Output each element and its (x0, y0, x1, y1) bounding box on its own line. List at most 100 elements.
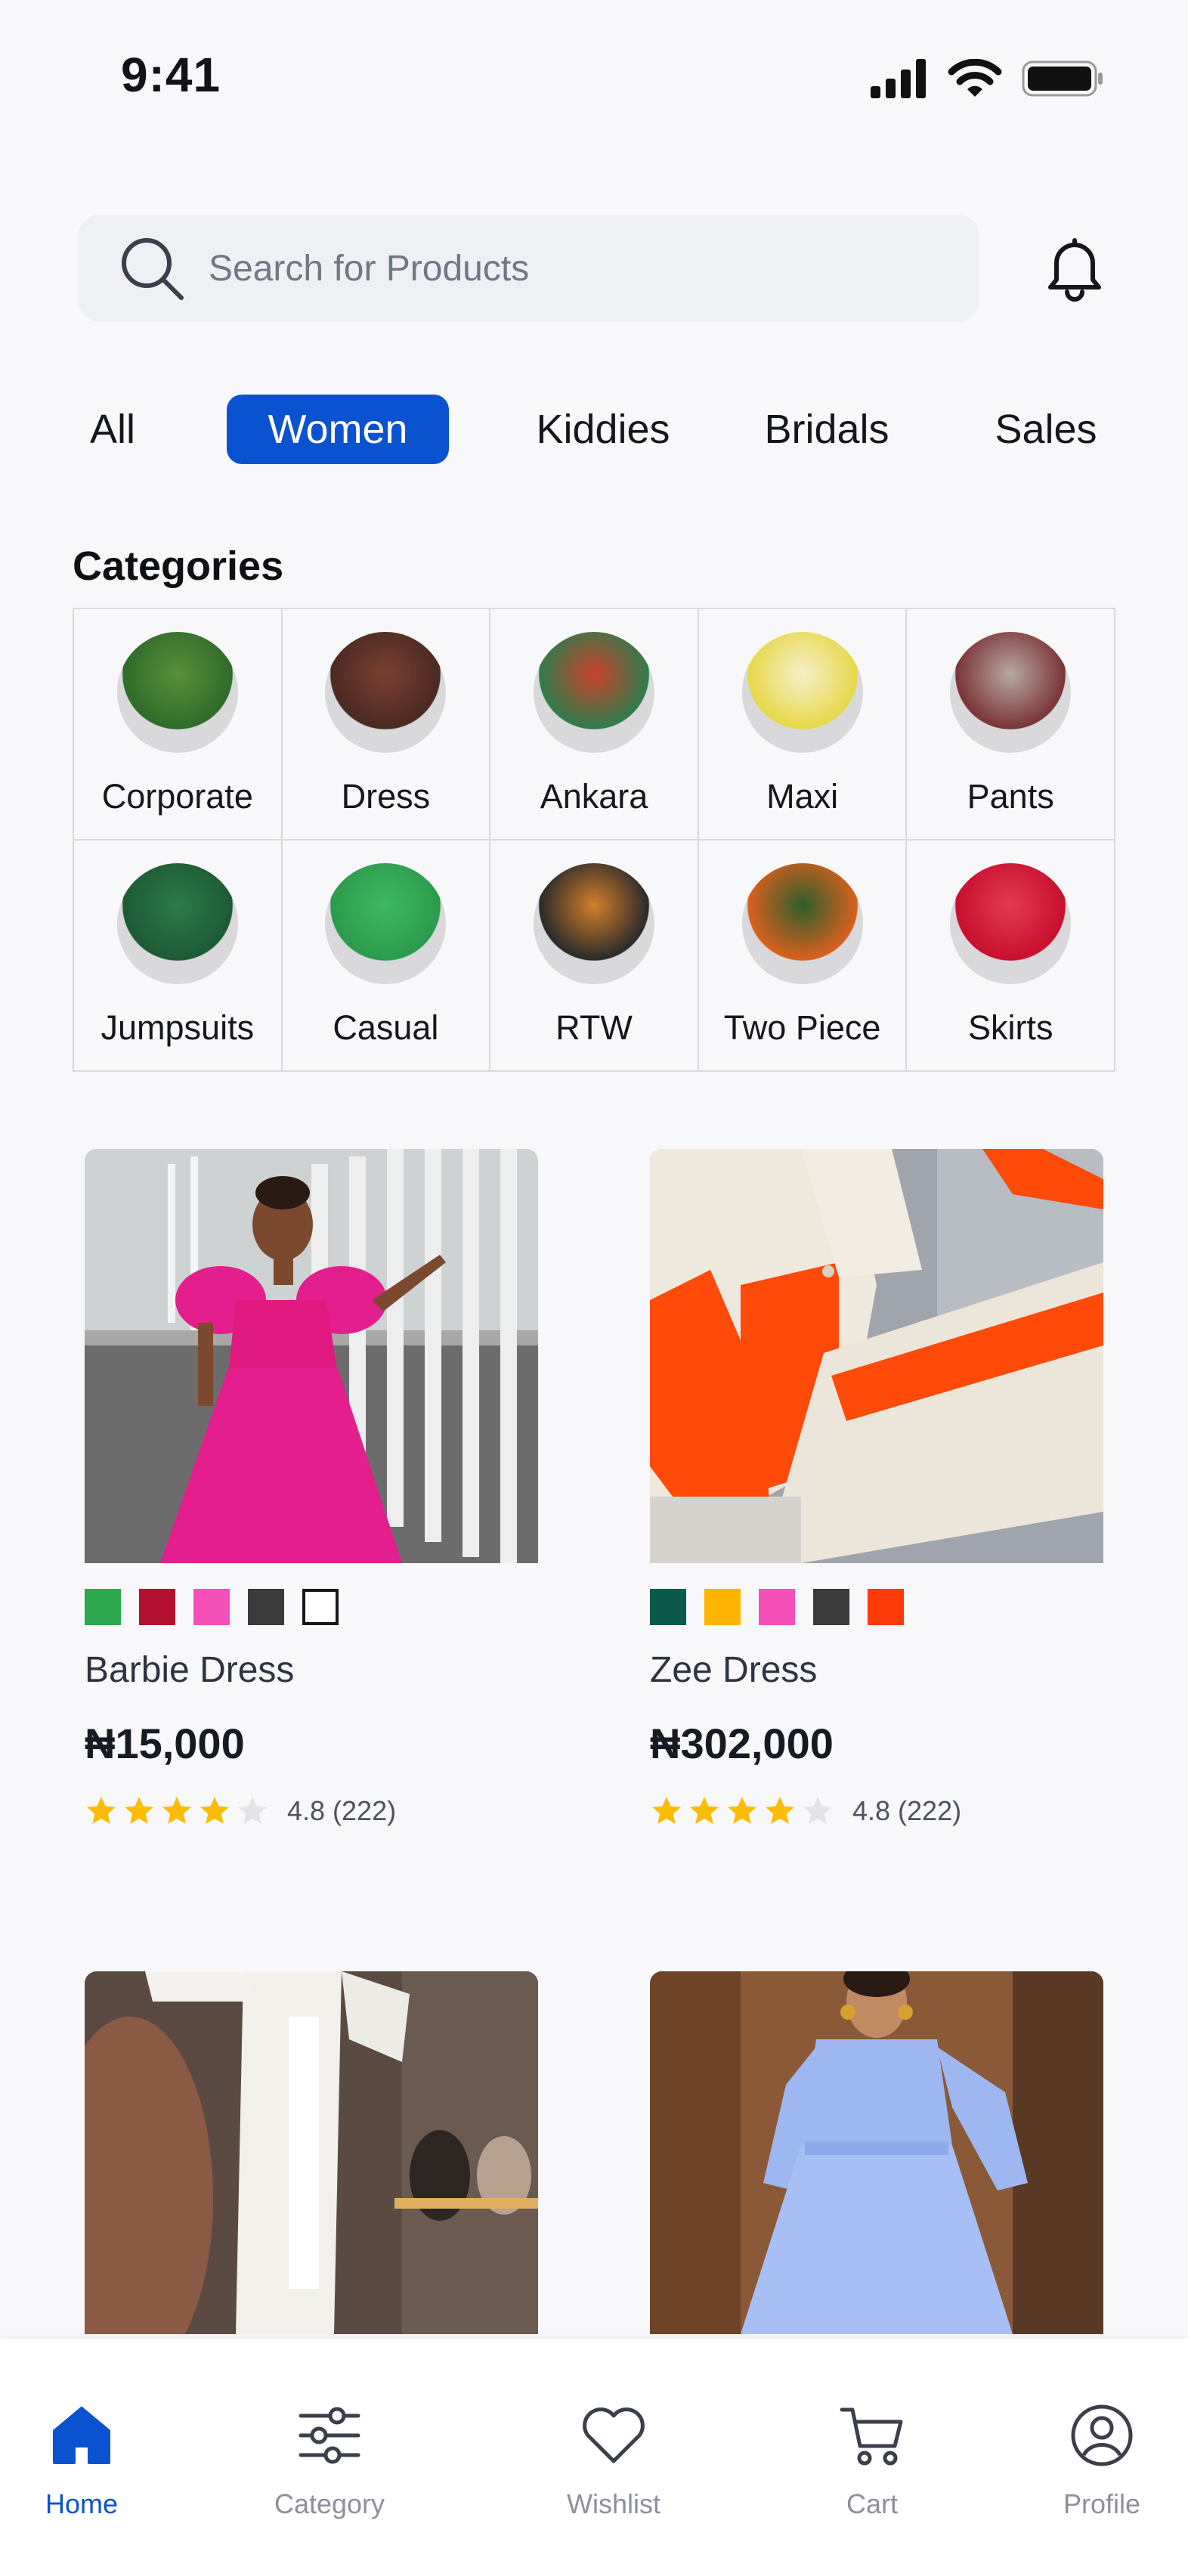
tab-all[interactable]: All (85, 395, 141, 464)
status-bar: 9:41 (0, 0, 1188, 151)
cellular-signal-icon (871, 59, 926, 98)
star-icon (238, 1797, 267, 1824)
star-icon (162, 1797, 191, 1824)
filter-tabs: All Women Kiddies Bridals Sales (0, 395, 1188, 464)
nav-label: Cart (846, 2488, 898, 2519)
tab-sales[interactable]: Sales (990, 395, 1102, 464)
category-label: Two Piece (723, 1008, 881, 1047)
product-image[interactable] (85, 1971, 538, 2334)
category-item[interactable]: Dress (282, 609, 491, 841)
color-swatch[interactable] (139, 1589, 175, 1625)
product-price: ₦302,000 (650, 1720, 834, 1767)
product-image[interactable] (650, 1149, 1103, 1563)
color-swatch[interactable] (650, 1589, 686, 1625)
category-label: Maxi (766, 777, 839, 816)
star-icon (125, 1797, 153, 1824)
category-thumbnail (116, 632, 238, 753)
nav-cart[interactable]: Cart (774, 2399, 970, 2520)
search-bar[interactable] (79, 215, 979, 322)
category-label: Ankara (540, 777, 648, 816)
color-swatch[interactable] (868, 1589, 904, 1625)
product-card[interactable]: Barbie Dress ₦15,000 4.8 (222) (85, 1149, 538, 1826)
color-swatches (85, 1589, 339, 1625)
category-item[interactable]: Ankara (490, 609, 699, 841)
nav-label: Home (45, 2488, 119, 2519)
nav-label: Profile (1063, 2488, 1141, 2519)
category-thumbnail (950, 863, 1072, 984)
nav-home[interactable]: Home (0, 2399, 180, 2520)
color-swatch[interactable] (704, 1589, 741, 1625)
color-swatch[interactable] (248, 1589, 284, 1625)
color-swatch[interactable] (193, 1589, 230, 1625)
user-circle-icon (1071, 2404, 1133, 2466)
color-swatch[interactable] (85, 1589, 121, 1625)
star-icon (87, 1797, 116, 1824)
product-name[interactable]: Zee Dress (650, 1649, 817, 1691)
category-thumbnail (533, 632, 654, 753)
wifi-icon (948, 59, 1002, 97)
category-item[interactable]: Two Piece (698, 841, 908, 1072)
product-price: ₦15,000 (85, 1720, 245, 1767)
product-card[interactable] (85, 1971, 538, 2334)
star-icon (200, 1797, 229, 1824)
product-card[interactable]: Zee Dress ₦302,000 4.8 (222) (650, 1149, 1103, 1826)
bell-icon[interactable] (1037, 230, 1112, 305)
heart-icon (583, 2407, 645, 2463)
product-card[interactable] (650, 1971, 1103, 2334)
product-rating: 4.8 (222) (650, 1794, 961, 1828)
category-item[interactable]: Pants (907, 609, 1115, 841)
product-rating: 4.8 (222) (85, 1794, 396, 1828)
rating-text: 4.8 (222) (287, 1795, 397, 1826)
category-item[interactable]: RTW (490, 841, 699, 1072)
tab-kiddies[interactable]: Kiddies (526, 395, 680, 464)
status-icons (871, 59, 1105, 98)
category-thumbnail (741, 632, 863, 753)
category-thumbnail (533, 863, 654, 984)
category-item[interactable]: Casual (282, 841, 491, 1072)
color-swatches (650, 1589, 904, 1625)
category-label: Pants (967, 777, 1054, 816)
color-swatch[interactable] (759, 1589, 795, 1625)
category-label: Casual (333, 1008, 439, 1047)
tab-bridals[interactable]: Bridals (756, 395, 898, 464)
product-image[interactable] (650, 1971, 1103, 2334)
category-label: Corporate (101, 777, 253, 816)
category-item[interactable]: Maxi (698, 609, 908, 841)
category-item[interactable]: Skirts (907, 841, 1115, 1072)
categories-title: Categories (73, 543, 284, 589)
star-icon (766, 1797, 794, 1824)
battery-icon (1022, 60, 1103, 97)
category-thumbnail (116, 863, 238, 984)
search-input[interactable] (209, 247, 889, 289)
category-thumbnail (741, 863, 863, 984)
category-label: Skirts (967, 1008, 1053, 1047)
product-image[interactable] (85, 1149, 538, 1563)
category-item[interactable]: Jumpsuits (74, 841, 283, 1072)
color-swatch[interactable] (813, 1589, 849, 1625)
category-item[interactable]: Corporate (74, 609, 283, 841)
nav-profile[interactable]: Profile (1004, 2399, 1188, 2520)
nav-wishlist[interactable]: Wishlist (515, 2399, 712, 2520)
cart-icon (840, 2407, 903, 2466)
nav-label: Wishlist (567, 2488, 661, 2519)
home-icon (53, 2407, 110, 2464)
category-thumbnail (950, 632, 1072, 753)
color-swatch[interactable] (302, 1589, 339, 1625)
star-icon (728, 1797, 756, 1824)
category-label: Jumpsuits (101, 1008, 255, 1047)
category-label: RTW (555, 1008, 633, 1047)
category-thumbnail (325, 863, 447, 984)
search-icon (122, 238, 184, 300)
bottom-navigation: Home Category Wishlist Cart Profile (0, 2339, 1188, 2576)
categories-grid: Corporate Dress Ankara Maxi Pants Jumpsuits Ca… (73, 608, 1115, 1072)
rating-text: 4.8 (222) (852, 1795, 962, 1826)
status-time: 9:41 (121, 48, 221, 102)
star-icon (652, 1797, 681, 1824)
product-name[interactable]: Barbie Dress (85, 1649, 294, 1691)
star-icon (803, 1797, 832, 1824)
nav-category[interactable]: Category (231, 2399, 428, 2520)
star-icon (690, 1797, 719, 1824)
category-thumbnail (325, 632, 447, 753)
tab-women[interactable]: Women (227, 395, 449, 464)
sliders-icon (299, 2407, 360, 2464)
